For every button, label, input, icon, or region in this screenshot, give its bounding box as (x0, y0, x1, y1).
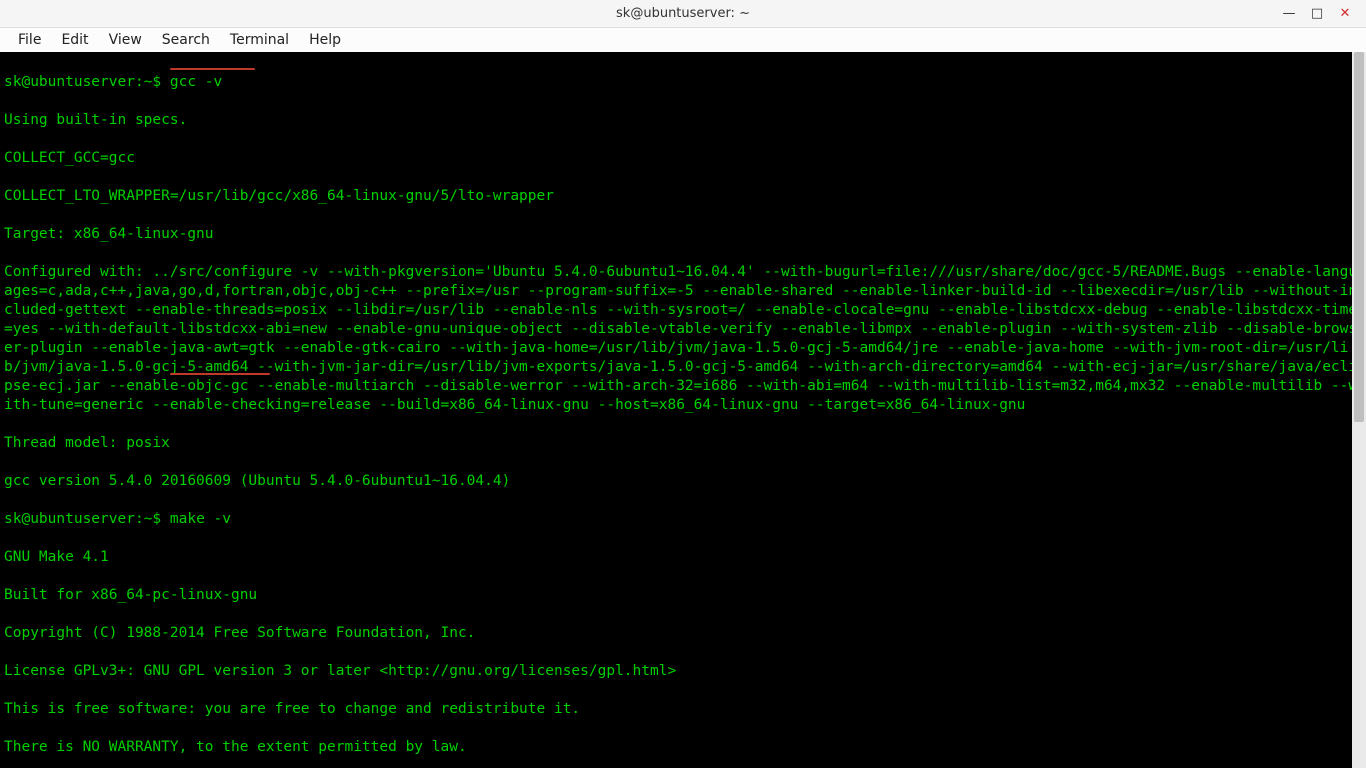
terminal-output: COLLECT_LTO_WRAPPER=/usr/lib/gcc/x86_64-… (4, 187, 1362, 206)
terminal-output: Copyright (C) 1988-2014 Free Software Fo… (4, 624, 1362, 643)
prompt: sk@ubuntuserver:~$ (4, 74, 170, 90)
terminal-output: Thread model: posix (4, 434, 1362, 453)
annotation-underline (170, 68, 255, 70)
scrollbar[interactable] (1352, 52, 1366, 768)
terminal-output: Built for x86_64-pc-linux-gnu (4, 586, 1362, 605)
terminal-output: COLLECT_GCC=gcc (4, 149, 1362, 168)
scrollbar-thumb[interactable] (1354, 52, 1364, 422)
terminal-area[interactable]: sk@ubuntuserver:~$ gcc -v Using built-in… (0, 52, 1366, 768)
window-titlebar: sk@ubuntuserver: ~ — □ ✕ (0, 0, 1366, 28)
command: make -v (170, 511, 231, 527)
terminal-output: Using built-in specs. (4, 111, 1362, 130)
terminal-output: Target: x86_64-linux-gnu (4, 225, 1362, 244)
terminal-output: There is NO WARRANTY, to the extent perm… (4, 738, 1362, 757)
window-controls: — □ ✕ (1282, 0, 1362, 27)
command: gcc -v (170, 74, 222, 90)
minimize-button[interactable]: — (1282, 7, 1296, 21)
terminal-line: sk@ubuntuserver:~$ gcc -v (4, 73, 1362, 92)
terminal-output: GNU Make 4.1 (4, 548, 1362, 567)
terminal-line: sk@ubuntuserver:~$ make -v (4, 510, 1362, 529)
menu-edit[interactable]: Edit (51, 30, 98, 50)
maximize-button[interactable]: □ (1310, 7, 1324, 21)
terminal-output: License GPLv3+: GNU GPL version 3 or lat… (4, 662, 1362, 681)
menu-file[interactable]: File (8, 30, 51, 50)
menu-search[interactable]: Search (152, 30, 220, 50)
terminal-output: This is free software: you are free to c… (4, 700, 1362, 719)
menu-terminal[interactable]: Terminal (220, 30, 299, 50)
menubar: File Edit View Search Terminal Help (0, 28, 1366, 52)
annotation-underline (170, 373, 270, 375)
prompt: sk@ubuntuserver:~$ (4, 511, 170, 527)
terminal-output: Configured with: ../src/configure -v --w… (4, 263, 1362, 415)
close-button[interactable]: ✕ (1338, 7, 1352, 21)
window-title: sk@ubuntuserver: ~ (616, 6, 750, 21)
terminal-output: gcc version 5.4.0 20160609 (Ubuntu 5.4.0… (4, 472, 1362, 491)
menu-help[interactable]: Help (299, 30, 351, 50)
menu-view[interactable]: View (99, 30, 152, 50)
